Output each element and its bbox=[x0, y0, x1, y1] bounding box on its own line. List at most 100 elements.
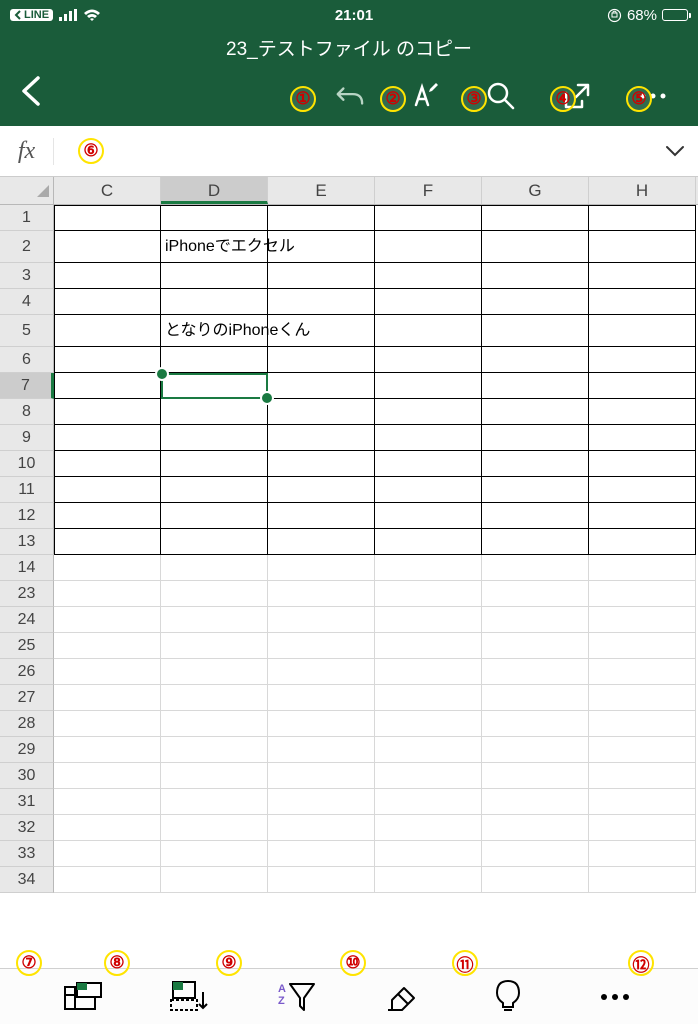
cell-C23[interactable] bbox=[54, 581, 161, 607]
row-header-6[interactable]: 6 bbox=[0, 347, 54, 373]
cell-F5[interactable] bbox=[375, 315, 482, 347]
cell-H31[interactable] bbox=[589, 789, 696, 815]
cell-F13[interactable] bbox=[375, 529, 482, 555]
cell-G12[interactable] bbox=[482, 503, 589, 529]
row-header-34[interactable]: 34 bbox=[0, 867, 54, 893]
row-header-5[interactable]: 5 bbox=[0, 315, 54, 347]
cell-D33[interactable] bbox=[161, 841, 268, 867]
cell-G34[interactable] bbox=[482, 867, 589, 893]
cell-H25[interactable] bbox=[589, 633, 696, 659]
row-header-31[interactable]: 31 bbox=[0, 789, 54, 815]
cell-E10[interactable] bbox=[268, 451, 375, 477]
row-header-3[interactable]: 3 bbox=[0, 263, 54, 289]
cell-E4[interactable] bbox=[268, 289, 375, 315]
cell-D8[interactable] bbox=[161, 399, 268, 425]
cell-E30[interactable] bbox=[268, 763, 375, 789]
row-header-7[interactable]: 7 bbox=[0, 373, 54, 399]
back-button[interactable] bbox=[20, 74, 42, 118]
cell-H12[interactable] bbox=[589, 503, 696, 529]
cell-D23[interactable] bbox=[161, 581, 268, 607]
cell-H28[interactable] bbox=[589, 711, 696, 737]
cell-G29[interactable] bbox=[482, 737, 589, 763]
cell-G23[interactable] bbox=[482, 581, 589, 607]
cell-F8[interactable] bbox=[375, 399, 482, 425]
row-header-24[interactable]: 24 bbox=[0, 607, 54, 633]
cell-H11[interactable] bbox=[589, 477, 696, 503]
col-header-d[interactable]: D bbox=[161, 177, 268, 204]
cell-F10[interactable] bbox=[375, 451, 482, 477]
cell-D4[interactable] bbox=[161, 289, 268, 315]
cell-G28[interactable] bbox=[482, 711, 589, 737]
cell-F6[interactable] bbox=[375, 347, 482, 373]
cell-G2[interactable] bbox=[482, 231, 589, 263]
cell-G3[interactable] bbox=[482, 263, 589, 289]
cell-G26[interactable] bbox=[482, 659, 589, 685]
cell-H7[interactable] bbox=[589, 373, 696, 399]
cell-E9[interactable] bbox=[268, 425, 375, 451]
row-header-10[interactable]: 10 bbox=[0, 451, 54, 477]
sheet-view-button[interactable] bbox=[63, 977, 103, 1017]
cell-D5[interactable]: となりのiPhoneくん bbox=[161, 315, 268, 347]
formula-expand-button[interactable] bbox=[652, 140, 698, 163]
cell-H24[interactable] bbox=[589, 607, 696, 633]
cell-E31[interactable] bbox=[268, 789, 375, 815]
row-header-9[interactable]: 9 bbox=[0, 425, 54, 451]
cell-C31[interactable] bbox=[54, 789, 161, 815]
cell-D31[interactable] bbox=[161, 789, 268, 815]
cell-C11[interactable] bbox=[54, 477, 161, 503]
cell-E8[interactable] bbox=[268, 399, 375, 425]
row-header-29[interactable]: 29 bbox=[0, 737, 54, 763]
row-header-2[interactable]: 2 bbox=[0, 231, 54, 263]
cell-C14[interactable] bbox=[54, 555, 161, 581]
cell-G31[interactable] bbox=[482, 789, 589, 815]
cell-G9[interactable] bbox=[482, 425, 589, 451]
row-header-27[interactable]: 27 bbox=[0, 685, 54, 711]
cell-E33[interactable] bbox=[268, 841, 375, 867]
cell-C12[interactable] bbox=[54, 503, 161, 529]
cell-E3[interactable] bbox=[268, 263, 375, 289]
cell-H9[interactable] bbox=[589, 425, 696, 451]
row-header-33[interactable]: 33 bbox=[0, 841, 54, 867]
cell-H10[interactable] bbox=[589, 451, 696, 477]
cell-F7[interactable] bbox=[375, 373, 482, 399]
cell-G14[interactable] bbox=[482, 555, 589, 581]
row-header-25[interactable]: 25 bbox=[0, 633, 54, 659]
cell-F9[interactable] bbox=[375, 425, 482, 451]
cell-G13[interactable] bbox=[482, 529, 589, 555]
cell-C34[interactable] bbox=[54, 867, 161, 893]
edit-format-button[interactable] bbox=[410, 81, 440, 111]
cell-F11[interactable] bbox=[375, 477, 482, 503]
cell-F14[interactable] bbox=[375, 555, 482, 581]
cell-C7[interactable] bbox=[54, 373, 161, 399]
cell-G24[interactable] bbox=[482, 607, 589, 633]
cell-E6[interactable] bbox=[268, 347, 375, 373]
cell-G25[interactable] bbox=[482, 633, 589, 659]
cell-F23[interactable] bbox=[375, 581, 482, 607]
cell-D12[interactable] bbox=[161, 503, 268, 529]
cell-G7[interactable] bbox=[482, 373, 589, 399]
cell-E25[interactable] bbox=[268, 633, 375, 659]
row-header-11[interactable]: 11 bbox=[0, 477, 54, 503]
cell-C1[interactable] bbox=[54, 205, 161, 231]
cell-D9[interactable] bbox=[161, 425, 268, 451]
more-button[interactable] bbox=[638, 81, 668, 111]
cell-E1[interactable] bbox=[268, 205, 375, 231]
cell-F33[interactable] bbox=[375, 841, 482, 867]
cell-F32[interactable] bbox=[375, 815, 482, 841]
row-header-30[interactable]: 30 bbox=[0, 763, 54, 789]
cell-E24[interactable] bbox=[268, 607, 375, 633]
cell-H5[interactable] bbox=[589, 315, 696, 347]
cell-D24[interactable] bbox=[161, 607, 268, 633]
ideas-button[interactable] bbox=[488, 977, 528, 1017]
row-header-4[interactable]: 4 bbox=[0, 289, 54, 315]
cell-F26[interactable] bbox=[375, 659, 482, 685]
row-header-32[interactable]: 32 bbox=[0, 815, 54, 841]
cell-D10[interactable] bbox=[161, 451, 268, 477]
row-header-8[interactable]: 8 bbox=[0, 399, 54, 425]
cell-G32[interactable] bbox=[482, 815, 589, 841]
share-button[interactable] bbox=[562, 81, 592, 111]
cell-G5[interactable] bbox=[482, 315, 589, 347]
cell-C28[interactable] bbox=[54, 711, 161, 737]
cell-C5[interactable] bbox=[54, 315, 161, 347]
cell-F27[interactable] bbox=[375, 685, 482, 711]
